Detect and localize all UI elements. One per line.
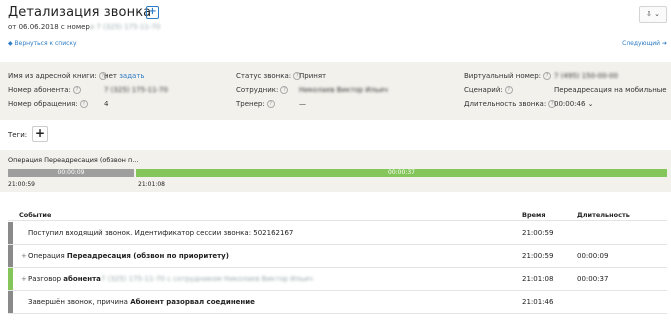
table-row: Поступил входящий звонок. Идентификатор … [8,222,667,245]
request-number-label: Номер обращения:? [8,100,90,108]
subscriber-number-label: Номер абонента:? [8,86,83,94]
time-column-header: Время [522,211,546,219]
scenario-label: Сценарий:? [464,86,515,94]
call-info-panel: Имя из адресной книги:? нет задать Номер… [0,62,671,120]
add-icon[interactable]: + [146,6,159,19]
page-subtitle: от 06.06.2018 с номера 7 (325) 175-11-70 [8,23,160,31]
event-text: Поступил входящий звонок. Идентификатор … [28,229,294,237]
page-title: Детализация звонка [8,5,152,20]
call-status-value: Принят [299,72,327,80]
help-icon[interactable]: ? [72,86,81,94]
event-text: Разговор абонента 7 (325) 175-11-70 с со… [28,275,313,283]
subscriber-number-value: 7 (325) 175-11-70 [104,86,168,94]
help-icon[interactable]: ? [543,72,552,80]
address-book-name-label: Имя из адресной книги:? [8,72,109,80]
row-marker [8,268,13,290]
trainer-value: — [299,100,306,108]
export-dropdown-button[interactable]: ⇩ ⌄ [639,6,667,23]
help-icon[interactable]: ? [280,86,289,94]
timeline-operation-label: Операция Переадресация (обзвон п... [8,156,139,164]
add-tag-button[interactable]: + [32,126,48,142]
timeline-conversation-start: 21:01:08 [138,181,165,188]
help-icon[interactable]: ? [504,86,513,94]
timeline-segment-transfer[interactable]: 00:00:09 [8,169,134,177]
virtual-number-label: Виртуальный номер:? [464,72,553,80]
virtual-number-value: 7 (495) 150-00-00 [554,72,618,80]
event-time: 21:00:59 [522,229,554,237]
row-marker [8,291,13,313]
event-text: Операция Переадресация (обзвон по приори… [28,252,229,260]
row-marker [8,222,13,244]
event-duration: 00:00:37 [577,275,609,283]
table-row[interactable]: + Операция Переадресация (обзвон по прио… [8,245,667,268]
tags-label: Теги: [8,131,28,139]
timeline-segment-conversation[interactable]: 00:00:37 [136,169,667,177]
duration-column-header: Длительность [577,211,630,219]
help-icon[interactable]: ? [79,100,88,108]
event-time: 21:00:59 [522,252,554,260]
employee-label: Сотрудник:? [236,86,290,94]
events-table-header: Событие Время Длительность [8,206,667,221]
back-to-list-link[interactable]: ◆ Вернуться к списку [8,40,77,47]
help-icon[interactable]: ? [266,100,275,108]
subtitle-date: от 06.06.2018 с номер [8,23,90,31]
call-duration-label: Длительность звонка:? [464,100,558,108]
set-name-link[interactable]: задать [119,72,144,80]
scenario-link[interactable]: Переадресация на мобильные [554,86,667,94]
address-book-name-value: нет задать [104,72,145,80]
next-call-link[interactable]: Следующий ➔ [622,40,667,47]
table-row: Завершён звонок, причина Абонент разорва… [8,291,667,314]
call-duration-dropdown[interactable]: 00:00:46 ⌄ [554,100,594,108]
call-status-label: Статус звонка:? [236,72,303,80]
request-number-link[interactable]: 4 [104,100,108,108]
event-time: 21:01:46 [522,298,554,306]
expand-icon[interactable]: + [21,252,27,260]
event-time: 21:01:08 [522,275,554,283]
masked-phone: а 7 (325) 175-11-70 [89,23,161,31]
table-row[interactable]: + Разговор абонента 7 (325) 175-11-70 с … [8,268,667,291]
event-column-header: Событие [19,211,52,219]
employee-value: Николаев Виктор Ильич [299,86,388,94]
trainer-label: Тренер:? [236,100,277,108]
event-duration: 00:00:09 [577,252,609,260]
expand-icon[interactable]: + [21,275,27,283]
event-text: Завершён звонок, причина Абонент разорва… [28,298,255,306]
row-marker [8,245,13,267]
timeline-start-time: 21:00:59 [8,181,35,188]
